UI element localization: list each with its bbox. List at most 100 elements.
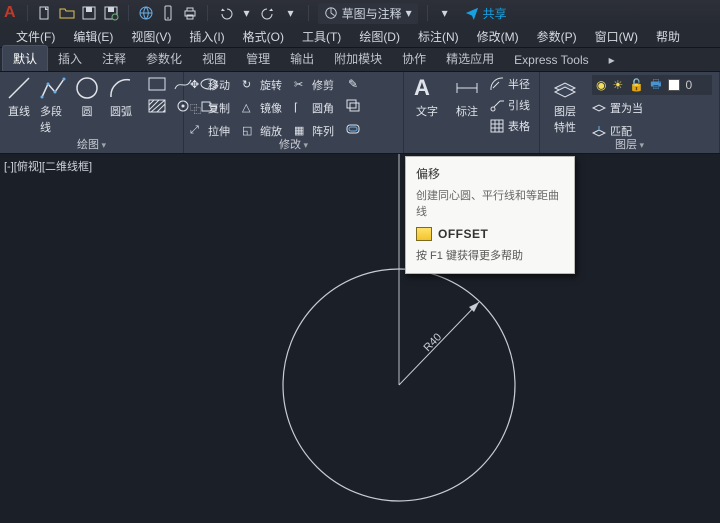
title-bar: A ▾ ▾ 草图与注释 ▾ ▾ 共享 [0,0,720,26]
menu-window[interactable]: 窗口(W) [587,26,646,47]
arc-button[interactable]: 圆弧 [108,75,134,119]
redo-icon[interactable] [261,5,277,21]
leader-label: 引线 [508,97,530,113]
fillet-label: 圆角 [312,100,334,116]
panel-layer-label[interactable]: 图层 [540,136,719,153]
tab-output[interactable]: 输出 [280,46,324,71]
circle-label: 圆 [82,103,93,119]
tab-default[interactable]: 默认 [2,45,48,71]
menu-dim[interactable]: 标注(N) [410,26,467,47]
explode-icon[interactable] [342,97,364,115]
tab-insert[interactable]: 插入 [48,46,92,71]
fillet-button[interactable]: ⌈圆角 [294,98,334,118]
drawing-canvas[interactable]: [-][俯视][二维线框] R40 [0,154,720,523]
tooltip-command: OFFSET [438,227,488,241]
tab-addins[interactable]: 附加模块 [324,46,392,71]
app-logo-icon: A [4,4,16,22]
menu-param[interactable]: 参数(P) [529,26,585,47]
share-button[interactable]: 共享 [465,5,507,22]
line-button[interactable]: 直线 [6,75,32,119]
layer-setcurrent-button[interactable]: 置为当 [592,98,712,118]
offset-icon[interactable] [342,119,364,137]
menu-tools[interactable]: 工具(T) [294,26,349,47]
chevron-down-icon[interactable]: ▾ [283,5,299,21]
menu-view[interactable]: 视图(V) [123,26,179,47]
tab-overflow-icon[interactable]: ▸ [599,49,625,71]
menu-format[interactable]: 格式(O) [235,26,292,47]
chevron-down-icon: ▾ [406,6,412,20]
ribbon: 直线 多段线 圆 圆弧 绘图 [0,72,720,154]
erase-icon[interactable]: ✎ [342,75,364,93]
text-button[interactable]: A 文字 [410,75,444,119]
layer-selector[interactable]: ◉ ☀ 🔓 🖶 0 [592,75,712,95]
radius-dim-button[interactable]: 半径 [490,75,530,93]
panel-draw: 直线 多段线 圆 圆弧 绘图 [0,72,184,153]
dimension-label: 标注 [456,103,478,119]
tab-featured[interactable]: 精选应用 [436,46,504,71]
print-icon[interactable] [182,5,198,21]
layer-name: 0 [686,78,693,92]
tab-collab[interactable]: 协作 [392,46,436,71]
tab-annotate[interactable]: 注释 [92,46,136,71]
rotate-label: 旋转 [260,77,282,93]
panel-layer: 图层 特性 ◉ ☀ 🔓 🖶 0 置为当 匹配 [540,72,720,153]
menu-insert[interactable]: 插入(I) [181,26,232,47]
trim-button[interactable]: ✂修剪 [294,75,334,95]
offset-command-icon [416,227,432,241]
menu-help[interactable]: 帮助 [648,26,688,47]
drawing-svg: R40 [0,154,720,523]
menu-file[interactable]: 文件(F) [8,26,63,47]
polyline-button[interactable]: 多段线 [40,75,66,135]
leader-button[interactable]: 引线 [490,96,530,114]
layer-properties-button[interactable]: 图层 特性 [546,75,584,141]
menu-bar: 文件(F) 编辑(E) 视图(V) 插入(I) 格式(O) 工具(T) 绘图(D… [0,26,720,48]
tab-parametric[interactable]: 参数化 [136,46,192,71]
polyline-label: 多段线 [40,103,66,135]
menu-edit[interactable]: 编辑(E) [65,26,121,47]
move-label: 移动 [208,77,230,93]
tab-express[interactable]: Express Tools [504,49,598,71]
table-button[interactable]: 表格 [490,117,530,135]
chevron-down-icon[interactable]: ▾ [239,5,255,21]
workspace-label: 草图与注释 [342,5,402,22]
menu-modify[interactable]: 修改(M) [469,26,527,47]
arc-label: 圆弧 [110,103,132,119]
menu-draw[interactable]: 绘图(D) [351,26,408,47]
send-web-icon[interactable] [138,5,154,21]
table-label: 表格 [508,118,530,134]
panel-modify-label[interactable]: 修改 [184,136,403,153]
tab-view[interactable]: 视图 [192,46,236,71]
share-label: 共享 [483,5,507,22]
overflow-chevron-icon[interactable]: ▾ [437,5,453,21]
mirror-button[interactable]: △镜像 [242,98,282,118]
layer-properties-label: 图层 特性 [554,103,576,135]
radius-dimension-text[interactable]: R40 [422,331,445,354]
new-file-icon[interactable] [37,5,53,21]
undo-icon[interactable] [217,5,233,21]
save-icon[interactable] [81,5,97,21]
radius-label: 半径 [508,76,530,92]
hatch-icon[interactable] [146,97,168,115]
rotate-button[interactable]: ↻旋转 [242,75,282,95]
rectangle-icon[interactable] [146,75,168,93]
mobile-icon[interactable] [160,5,176,21]
command-tooltip: 偏移 创建同心圆、平行线和等距曲线 OFFSET 按 F1 键获得更多帮助 [405,156,575,274]
panel-modify: ✥移动 ↻旋转 ✂修剪 ⿻复制 △镜像 ⌈圆角 ⤢拉伸 ◱缩放 ▦阵列 ✎ 修改 [184,72,404,153]
layer-setcurrent-label: 置为当 [610,100,643,116]
dimension-button[interactable]: 标注 [450,75,484,119]
move-button[interactable]: ✥移动 [190,75,230,95]
layer-color-swatch [668,79,680,91]
trim-label: 修剪 [312,77,334,93]
circle-button[interactable]: 圆 [74,75,100,119]
open-file-icon[interactable] [59,5,75,21]
tooltip-title: 偏移 [416,165,564,182]
tab-manage[interactable]: 管理 [236,46,280,71]
ribbon-tabs: 默认 插入 注释 参数化 视图 管理 输出 附加模块 协作 精选应用 Expre… [0,48,720,72]
tooltip-description: 创建同心圆、平行线和等距曲线 [416,187,564,219]
save-as-icon[interactable] [103,5,119,21]
tooltip-help: 按 F1 键获得更多帮助 [416,247,564,263]
panel-draw-label[interactable]: 绘图 [0,136,183,153]
workspace-selector[interactable]: 草图与注释 ▾ [318,3,418,24]
copy-button[interactable]: ⿻复制 [190,98,230,118]
copy-label: 复制 [208,100,230,116]
